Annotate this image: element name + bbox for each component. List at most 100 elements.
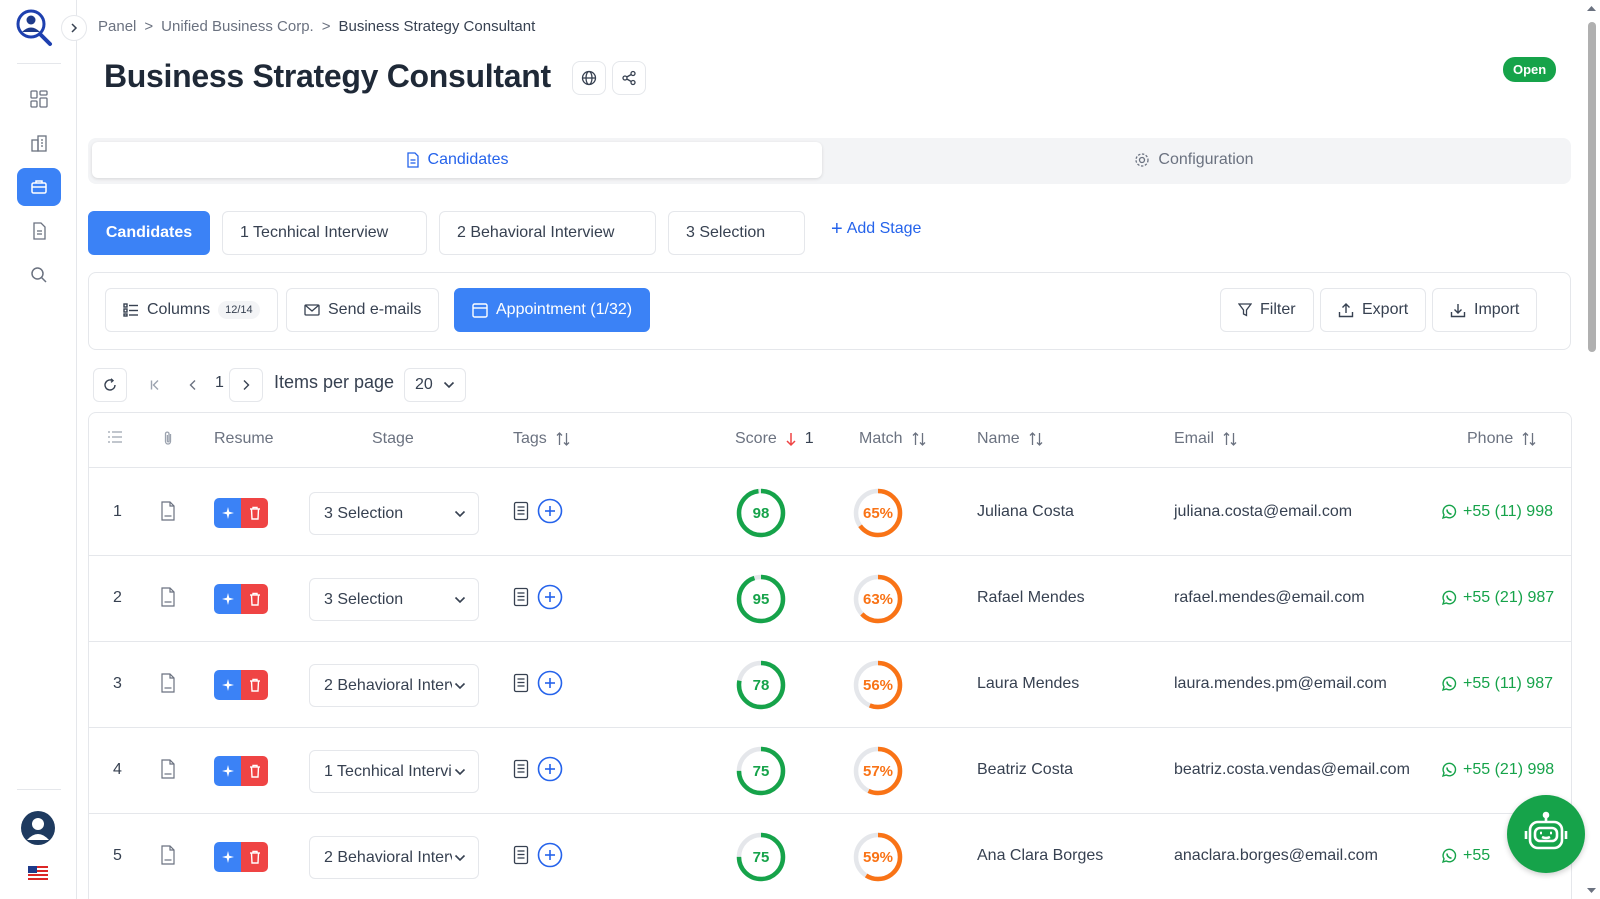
- table-row[interactable]: 5 2 Behavioral Inter 75 59% Ana Clara Bo…: [89, 813, 1571, 899]
- public-page-button[interactable]: [572, 61, 606, 95]
- score-value: 95: [752, 590, 770, 608]
- notes-icon[interactable]: [513, 845, 529, 865]
- add-tag-icon[interactable]: [537, 584, 563, 610]
- scroll-down-icon[interactable]: [1583, 883, 1600, 897]
- add-tag-icon[interactable]: [537, 756, 563, 782]
- add-stage-button[interactable]: + Add Stage: [831, 219, 921, 239]
- tags-cell: [513, 842, 563, 868]
- phone-header[interactable]: Phone: [1467, 430, 1537, 448]
- app-logo[interactable]: [14, 8, 54, 48]
- filter-button[interactable]: Filter: [1220, 288, 1314, 332]
- resume-pdf-icon[interactable]: [160, 759, 176, 779]
- table-row[interactable]: 4 1 Tecnhical Intervi 75 57% Beatriz Cos…: [89, 727, 1571, 814]
- previous-page-button[interactable]: [178, 368, 208, 402]
- ai-analyze-button[interactable]: [214, 756, 241, 786]
- tags-header[interactable]: Tags: [513, 430, 571, 448]
- next-page-button[interactable]: [229, 368, 263, 402]
- stage-select[interactable]: 3 Selection: [309, 492, 479, 535]
- ai-analyze-button[interactable]: [214, 842, 241, 872]
- stage-select[interactable]: 3 Selection: [309, 578, 479, 621]
- columns-button[interactable]: Columns 12/14: [105, 288, 278, 332]
- candidate-email[interactable]: anaclara.borges@email.com: [1174, 847, 1378, 865]
- export-button[interactable]: Export: [1320, 288, 1427, 332]
- breadcrumb-item-company[interactable]: Unified Business Corp.: [161, 18, 314, 35]
- resume-pdf-icon[interactable]: [160, 845, 176, 865]
- stage-tab-selection[interactable]: 3 Selection: [668, 211, 805, 255]
- candidate-phone[interactable]: +55 (11) 987: [1441, 675, 1571, 693]
- delete-resume-button[interactable]: [241, 498, 268, 528]
- resume-pdf-icon[interactable]: [160, 501, 176, 521]
- candidate-phone[interactable]: +55 (21) 987: [1441, 589, 1571, 607]
- table-row[interactable]: 2 3 Selection 95 63% Rafael Mendes rafae…: [89, 555, 1571, 642]
- appointment-button[interactable]: Appointment (1/32): [454, 288, 651, 332]
- table-row[interactable]: 1 3 Selection 98 65% Juliana Costa julia…: [89, 469, 1571, 556]
- candidate-name[interactable]: Laura Mendes: [977, 675, 1079, 693]
- breadcrumb-separator: >: [144, 18, 154, 35]
- us-flag-icon[interactable]: [28, 866, 48, 880]
- delete-resume-button[interactable]: [241, 670, 268, 700]
- scroll-up-icon[interactable]: [1583, 2, 1600, 16]
- sidebar-item-dashboard[interactable]: [17, 80, 61, 118]
- stage-tab-technical-interview[interactable]: 1 Tecnhical Interview: [222, 211, 427, 255]
- row-number: 2: [113, 589, 122, 606]
- first-page-button[interactable]: [138, 368, 172, 402]
- sidebar-item-jobs[interactable]: [17, 168, 61, 206]
- sidebar-item-documents[interactable]: [17, 212, 61, 250]
- candidate-email[interactable]: laura.mendes.pm@email.com: [1174, 675, 1387, 693]
- candidate-email[interactable]: juliana.costa@email.com: [1174, 503, 1352, 521]
- resume-pdf-icon[interactable]: [160, 587, 176, 607]
- table-row[interactable]: 3 2 Behavioral Inter 78 56% Laura Mendes…: [89, 641, 1571, 728]
- import-button[interactable]: Import: [1432, 288, 1538, 332]
- select-all-icon[interactable]: [107, 430, 123, 444]
- match-header[interactable]: Match: [859, 430, 927, 448]
- resume-pdf-icon[interactable]: [160, 673, 176, 693]
- notes-icon[interactable]: [513, 587, 529, 607]
- share-button[interactable]: [612, 61, 646, 95]
- tab-candidates[interactable]: Candidates: [92, 142, 822, 178]
- email-header[interactable]: Email: [1174, 430, 1238, 448]
- ai-analyze-button[interactable]: [214, 584, 241, 614]
- sidebar-item-companies[interactable]: [17, 124, 61, 162]
- tab-configuration[interactable]: Configuration: [824, 142, 1564, 178]
- user-avatar[interactable]: [20, 810, 56, 846]
- name-header[interactable]: Name: [977, 430, 1044, 448]
- send-emails-button[interactable]: Send e-mails: [286, 288, 440, 332]
- notes-icon[interactable]: [513, 501, 529, 521]
- items-per-page-label: Items per page: [274, 372, 395, 392]
- candidate-name[interactable]: Juliana Costa: [977, 503, 1074, 521]
- delete-resume-button[interactable]: [241, 584, 268, 614]
- scrollbar-thumb[interactable]: [1588, 22, 1596, 352]
- stage-tab-candidates[interactable]: Candidates: [88, 211, 210, 255]
- stage-select[interactable]: 2 Behavioral Interview: [309, 664, 479, 707]
- sidebar-toggle-button[interactable]: [61, 15, 87, 41]
- breadcrumb-item-panel[interactable]: Panel: [98, 18, 136, 35]
- delete-resume-button[interactable]: [241, 842, 268, 872]
- sidebar-item-search[interactable]: [17, 256, 61, 294]
- stage-select[interactable]: 1 Tecnhical Interview: [309, 750, 479, 793]
- ai-analyze-button[interactable]: [214, 498, 241, 528]
- stage-select[interactable]: 2 Behavioral Interview: [309, 836, 479, 879]
- items-per-page-select[interactable]: 20: [404, 368, 466, 402]
- candidate-name[interactable]: Rafael Mendes: [977, 589, 1085, 607]
- chevron-down-icon: [454, 854, 466, 861]
- stage-tab-behavioral-interview[interactable]: 2 Behavioral Interview: [439, 211, 656, 255]
- candidate-name[interactable]: Ana Clara Borges: [977, 847, 1103, 865]
- add-tag-icon[interactable]: [537, 498, 563, 524]
- delete-resume-button[interactable]: [241, 756, 268, 786]
- notes-icon[interactable]: [513, 759, 529, 779]
- candidate-email[interactable]: beatriz.costa.vendas@email.com: [1174, 761, 1410, 779]
- chatbot-button[interactable]: [1507, 795, 1585, 873]
- refresh-button[interactable]: [93, 368, 127, 402]
- trash-icon: [249, 506, 260, 520]
- score-header[interactable]: Score 1: [735, 430, 814, 448]
- candidate-email[interactable]: rafael.mendes@email.com: [1174, 589, 1365, 607]
- breadcrumb-item-current: Business Strategy Consultant: [338, 18, 536, 35]
- candidate-phone[interactable]: +55 (11) 998: [1441, 503, 1571, 521]
- candidate-phone[interactable]: +55 (21) 998: [1441, 761, 1571, 779]
- breadcrumb: Panel > Unified Business Corp. > Busines…: [98, 18, 535, 35]
- notes-icon[interactable]: [513, 673, 529, 693]
- candidate-name[interactable]: Beatriz Costa: [977, 761, 1073, 779]
- add-tag-icon[interactable]: [537, 670, 563, 696]
- ai-analyze-button[interactable]: [214, 670, 241, 700]
- add-tag-icon[interactable]: [537, 842, 563, 868]
